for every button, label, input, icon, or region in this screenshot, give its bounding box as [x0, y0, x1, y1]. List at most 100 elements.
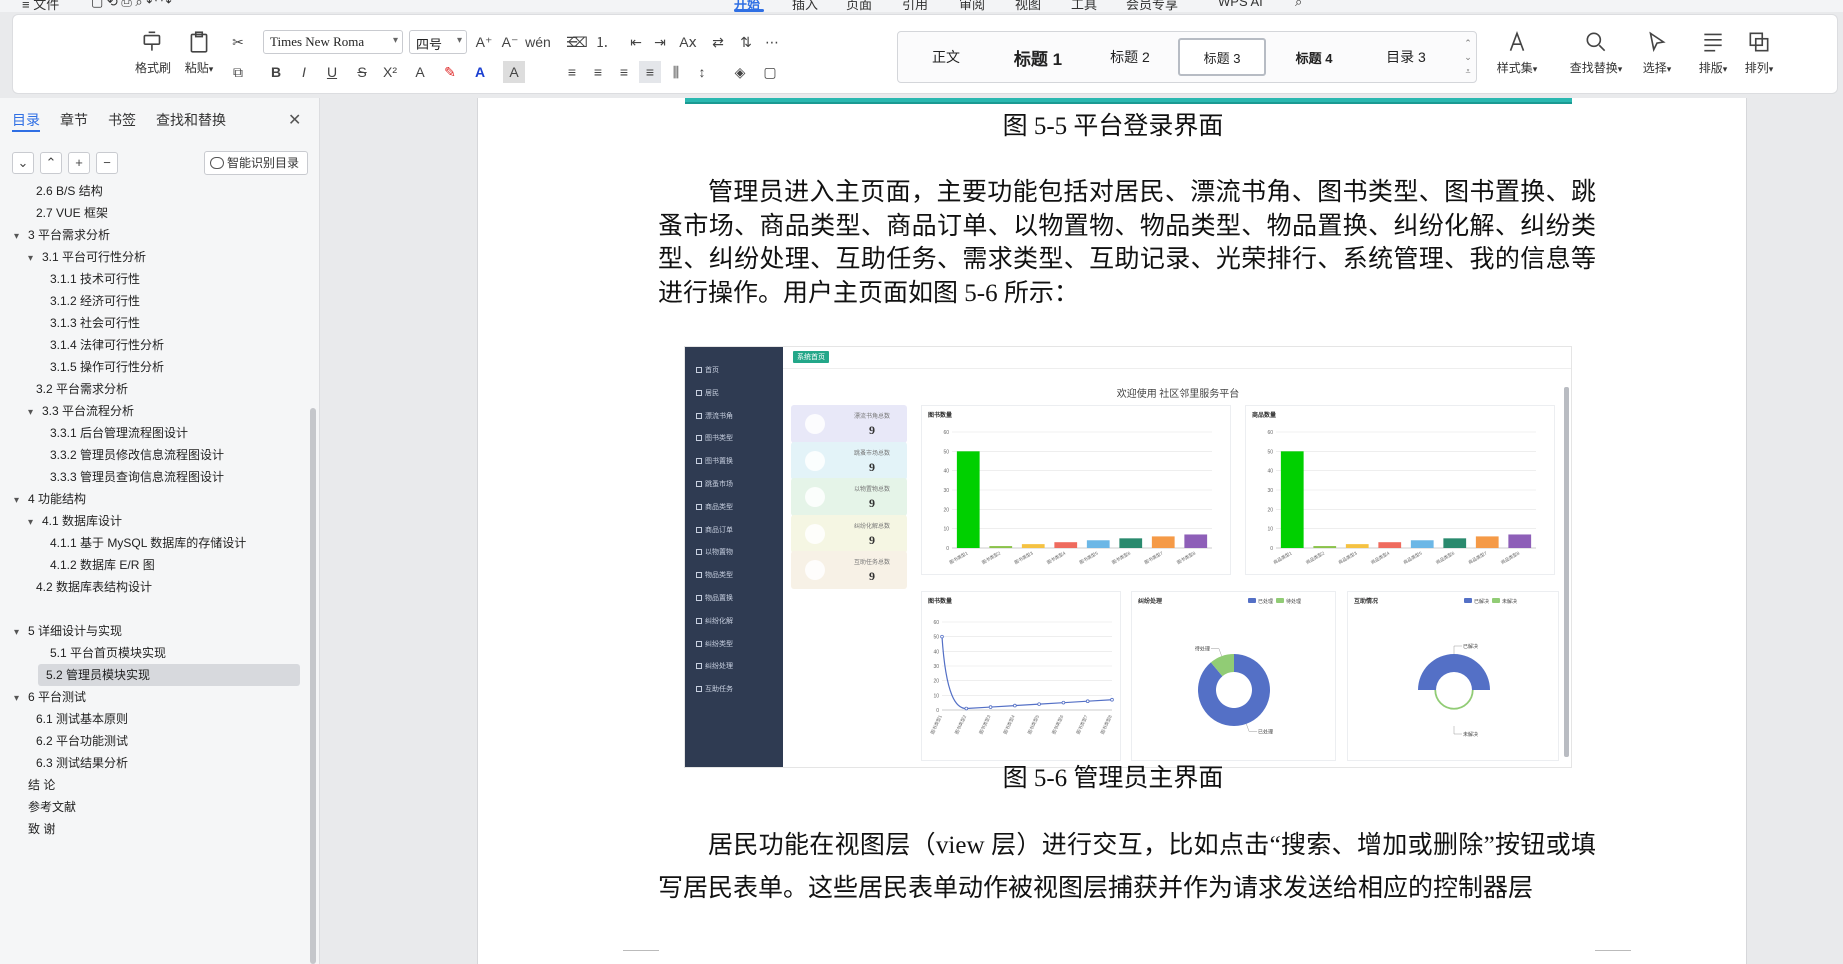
style-heading-4[interactable]: 标题 4 [1270, 38, 1358, 76]
toc-item[interactable]: ▾ 5 详细设计与实现 [14, 620, 122, 642]
menu-tab-review[interactable]: 审阅 [959, 0, 985, 12]
document-page[interactable]: 图 5-5 平台登录界面 管理员进入主页面，主要功能包括对居民、漂流书角、图书类… [477, 98, 1747, 964]
typeset-button[interactable]: 排版▾ [1693, 29, 1733, 76]
char-shading-icon[interactable]: A [503, 61, 525, 83]
toc-item[interactable]: 3.1.2 经济可行性 [42, 290, 140, 312]
tab-find-replace[interactable]: 查找和替换 [156, 110, 226, 132]
menu-tab-file[interactable]: ≡ 文件 [22, 0, 59, 12]
style-heading-2[interactable]: 标题 2 [1086, 38, 1174, 76]
bold-icon[interactable]: B [265, 61, 287, 83]
line-spacing-icon[interactable]: ↕ [691, 61, 713, 83]
decrease-font-icon[interactable]: A⁻ [499, 31, 521, 53]
increase-indent-icon[interactable]: ⇥ [649, 31, 671, 53]
chevron-down-icon[interactable]: ▾ [28, 248, 42, 270]
menu-tab-view[interactable]: 视图 [1015, 0, 1041, 12]
toc-item[interactable]: 5.2 管理员模块实现 [38, 664, 300, 686]
distributed-icon[interactable]: ⫼ [665, 61, 687, 83]
toc-item[interactable]: 4.1.1 基于 MySQL 数据库的存储设计 [42, 532, 246, 554]
border-icon[interactable]: ▢ [759, 61, 781, 83]
remove-heading-button[interactable]: − [96, 152, 118, 174]
cut-icon[interactable]: ✂ [227, 31, 249, 53]
toc-item[interactable]: 5.1 平台首页模块实现 [42, 642, 166, 664]
toc-item[interactable]: ▾ 3.1 平台可行性分析 [28, 246, 146, 268]
toc-item[interactable]: 6.2 平台功能测试 [28, 730, 128, 752]
menu-tab-page[interactable]: 页面 [846, 0, 872, 12]
menu-tab-tools[interactable]: 工具 [1071, 0, 1097, 12]
sort-icon[interactable]: ⇅ [735, 31, 757, 53]
menu-tab-insert[interactable]: 插入 [792, 0, 818, 12]
phonetic-icon[interactable]: wén [525, 31, 551, 53]
toc-item[interactable]: 3.3.1 后台管理流程图设计 [42, 422, 188, 444]
toc-item[interactable]: 结 论 [14, 774, 55, 796]
highlight-icon[interactable]: ✎ [439, 61, 461, 83]
chevron-down-icon[interactable]: ▾ [28, 512, 42, 534]
chevron-down-icon[interactable]: ▾ [14, 688, 28, 710]
find-replace-button[interactable]: 查找替换▾ [1563, 29, 1629, 76]
toc-item[interactable]: 3.2 平台需求分析 [28, 378, 128, 400]
toc-item[interactable]: 3.3.3 管理员查询信息流程图设计 [42, 466, 224, 488]
chevron-down-icon[interactable]: ▾ [14, 226, 28, 248]
align-center-icon[interactable]: ≡ [587, 61, 609, 83]
chevron-down-icon[interactable]: ▾ [14, 490, 28, 512]
add-heading-button[interactable]: + [68, 152, 90, 174]
toc-item[interactable]: 6.1 测试基本原则 [28, 708, 128, 730]
sort-direction-icon[interactable]: ⇄ [707, 31, 729, 53]
toc-item[interactable]: 3.1.4 法律可行性分析 [42, 334, 164, 356]
expand-up-button[interactable]: ⌃ [40, 152, 62, 174]
chevron-down-icon[interactable]: ▾ [28, 402, 42, 424]
select-button[interactable]: 选择▾ [1635, 29, 1679, 76]
toc-item[interactable]: 3.1.5 操作可行性分析 [42, 356, 164, 378]
toc-item[interactable]: ▾ 6 平台测试 [14, 686, 86, 708]
toc-item[interactable]: 参考文献 [14, 796, 76, 818]
chevron-down-icon[interactable]: ▾ [14, 622, 28, 644]
style-toc-3[interactable]: 目录 3 [1362, 38, 1450, 76]
text-effect-icon[interactable]: A [409, 61, 431, 83]
bullet-list-icon[interactable]: ☰ [561, 31, 583, 53]
strikethrough-icon[interactable]: S [351, 61, 373, 83]
decrease-indent-icon[interactable]: ⇤ [625, 31, 647, 53]
underline-icon[interactable]: U [321, 61, 343, 83]
collapse-all-button[interactable]: ⌄ [12, 152, 34, 174]
paste-button[interactable]: 粘贴▾ [179, 29, 219, 76]
tab-toc[interactable]: 目录 [12, 110, 40, 132]
toc-item[interactable]: 致 谢 [14, 818, 55, 840]
toc-item[interactable]: 4.2 数据库表结构设计 [28, 576, 152, 598]
smart-toc-button[interactable]: 智能识别目录 [204, 151, 308, 175]
increase-font-icon[interactable]: A⁺ [473, 31, 495, 53]
toc-item[interactable]: ▾ 3.3 平台流程分析 [28, 400, 134, 422]
style-normal[interactable]: 正文 [902, 38, 990, 76]
italic-icon[interactable]: I [293, 61, 315, 83]
close-icon[interactable]: ✕ [288, 110, 301, 130]
toc-item[interactable]: 2.7 VUE 框架 [28, 202, 108, 224]
font-color-icon[interactable]: A [469, 61, 491, 83]
font-name-select[interactable]: Times New Roma ▾ [263, 30, 403, 54]
align-right-icon[interactable]: ≡ [613, 61, 635, 83]
tab-sections[interactable]: 章节 [60, 110, 88, 132]
shading-icon[interactable]: ◈ [729, 61, 751, 83]
toc-item[interactable]: ▾ 3 平台需求分析 [14, 224, 110, 246]
toc-item[interactable]: ▾ 4.1 数据库设计 [28, 510, 122, 532]
style-heading-1[interactable]: 标题 1 [994, 38, 1082, 76]
toc-item[interactable]: 3.1.3 社会可行性 [42, 312, 140, 334]
align-left-icon[interactable]: ≡ [561, 61, 583, 83]
toc-item[interactable]: 3.1.1 技术可行性 [42, 268, 140, 290]
numbered-list-icon[interactable]: ⒈ [591, 31, 613, 53]
font-size-select[interactable]: 四号 ▾ [409, 30, 467, 54]
nav-scrollbar[interactable] [310, 408, 316, 964]
menu-tab-reference[interactable]: 引用 [902, 0, 928, 12]
justify-icon[interactable]: ≡ [639, 61, 661, 83]
arrange-button[interactable]: 排列▾ [1739, 29, 1779, 76]
style-gallery-scroll[interactable]: ⌃ ⌄ ⩡ [1462, 36, 1474, 80]
style-heading-3[interactable]: 标题 3 [1178, 38, 1266, 76]
search-icon[interactable]: ⌕ [1295, 0, 1302, 10]
menu-tab-member[interactable]: 会员专享 [1126, 0, 1178, 12]
show-marks-icon[interactable]: ⋯ [761, 31, 783, 53]
copy-icon[interactable]: ⧉ [227, 61, 249, 83]
menu-tab-wps-ai[interactable]: WPS AI [1218, 0, 1263, 9]
toc-item[interactable]: 6.3 测试结果分析 [28, 752, 128, 774]
style-set-button[interactable]: 样式集▾ [1491, 29, 1543, 76]
toc-item[interactable]: 4.1.2 数据库 E/R 图 [42, 554, 155, 576]
tab-bookmarks[interactable]: 书签 [108, 110, 136, 132]
superscript-icon[interactable]: X² [379, 61, 401, 83]
toc-item[interactable]: 2.6 B/S 结构 [28, 182, 103, 202]
